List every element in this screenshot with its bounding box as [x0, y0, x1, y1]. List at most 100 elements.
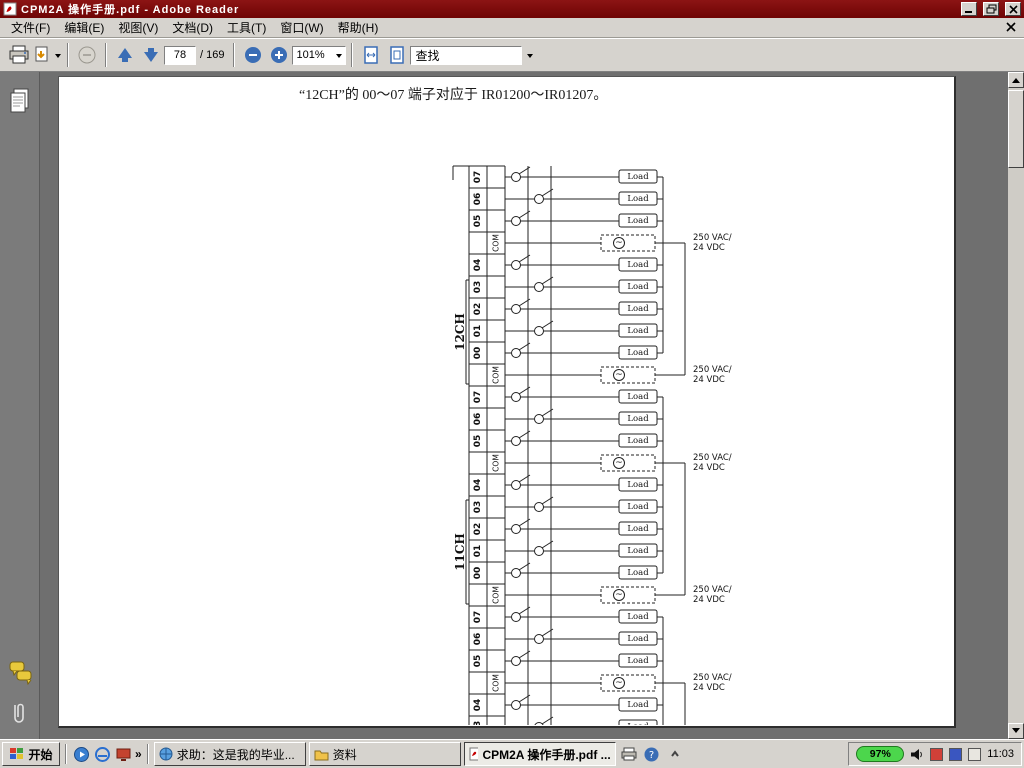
svg-text:06: 06: [473, 413, 483, 426]
app-icon: [116, 747, 131, 762]
quick-launch-overflow[interactable]: »: [135, 747, 142, 761]
vertical-scrollbar[interactable]: [1008, 72, 1024, 739]
minimize-icon: [964, 4, 974, 14]
task-button-pdf[interactable]: CPM2A 操作手册.pdf ...: [464, 742, 616, 766]
svg-text:Load: Load: [627, 216, 649, 226]
zoom-level-value: 101%: [296, 49, 324, 61]
menu-bar: 文件(F) 编辑(E) 视图(V) 文档(D) 工具(T) 窗口(W) 帮助(H…: [0, 18, 1024, 38]
svg-text:COM: COM: [492, 586, 501, 604]
svg-text:Load: Load: [627, 282, 649, 292]
help-button[interactable]: ?: [642, 744, 662, 764]
restore-button[interactable]: [983, 2, 999, 16]
pdf-page[interactable]: “12CH”的 00～07 端子对应于 IR01200～IR01207。 07 L…: [58, 76, 956, 728]
menu-view[interactable]: 视图(V): [111, 17, 165, 38]
svg-text:Load: Load: [627, 304, 649, 314]
svg-text:01: 01: [473, 325, 483, 338]
desktop-launcher[interactable]: [114, 745, 132, 763]
close-button[interactable]: [1005, 2, 1021, 16]
comments-panel-button[interactable]: [9, 660, 33, 688]
zoom-in-button[interactable]: [266, 42, 292, 68]
svg-text:03: 03: [473, 501, 483, 514]
battery-indicator[interactable]: 97%: [856, 746, 904, 762]
svg-text:04: 04: [473, 259, 483, 272]
scroll-up-button[interactable]: [1008, 72, 1024, 88]
dropdown-caret-icon: [527, 54, 533, 61]
svg-text:06: 06: [473, 633, 483, 646]
svg-text:11CH: 11CH: [453, 533, 467, 571]
media-player-launcher[interactable]: [72, 745, 90, 763]
menu-window[interactable]: 窗口(W): [273, 17, 330, 38]
svg-text:06: 06: [473, 193, 483, 206]
toolbar-separator: [351, 43, 353, 67]
svg-text:24 VDC: 24 VDC: [693, 463, 725, 473]
find-input[interactable]: [410, 46, 522, 65]
export-button[interactable]: [32, 42, 62, 68]
scrollbar-thumb[interactable]: [1008, 90, 1024, 168]
svg-text:Load: Load: [627, 634, 649, 644]
document-close-button[interactable]: [1006, 22, 1016, 34]
fit-width-button[interactable]: [358, 42, 384, 68]
attachments-panel-button[interactable]: [9, 702, 33, 730]
pages-panel-button[interactable]: [9, 88, 33, 116]
svg-text:07: 07: [473, 611, 483, 624]
down-arrow-icon: [1012, 728, 1020, 737]
toolbar: / 169 101%: [0, 38, 1024, 72]
next-page-button[interactable]: [138, 42, 164, 68]
print-button[interactable]: [6, 42, 32, 68]
taskbar: 开始 » 求助：这是我的毕业... 资料 CPM2A 操作手册.pd: [0, 739, 1024, 768]
svg-text:05: 05: [473, 655, 483, 668]
keyboard-icon[interactable]: [968, 748, 981, 761]
previous-view-button[interactable]: [74, 42, 100, 68]
printer-status-button[interactable]: [619, 744, 639, 764]
svg-text:07: 07: [473, 391, 483, 404]
svg-text:~: ~: [615, 238, 623, 248]
page-number-input[interactable]: [164, 46, 196, 65]
svg-text:00: 00: [473, 347, 483, 360]
scroll-down-button[interactable]: [1008, 723, 1024, 739]
menu-file[interactable]: 文件(F): [4, 17, 57, 38]
find-options-button[interactable]: [522, 42, 538, 68]
main-area: “12CH”的 00～07 端子对应于 IR01200～IR01207。 07 L…: [0, 72, 1024, 739]
ime-blue-icon[interactable]: [949, 748, 962, 761]
windows-flag-icon: [9, 747, 25, 761]
window-title: CPM2A 操作手册.pdf - Adobe Reader: [21, 1, 955, 17]
task-button-folder[interactable]: 资料: [309, 742, 461, 766]
svg-text:Load: Load: [627, 568, 649, 578]
document-area[interactable]: “12CH”的 00～07 端子对应于 IR01200～IR01207。 07 L…: [40, 72, 1008, 739]
svg-text:Load: Load: [627, 722, 649, 725]
task-button-browser[interactable]: 求助：这是我的毕业...: [154, 742, 306, 766]
zoom-in-icon: [269, 45, 289, 65]
menu-edit[interactable]: 编辑(E): [57, 17, 111, 38]
menu-document[interactable]: 文档(D): [165, 17, 220, 38]
volume-icon[interactable]: [910, 748, 924, 761]
menu-help[interactable]: 帮助(H): [331, 17, 386, 38]
svg-text:24 VDC: 24 VDC: [693, 243, 725, 253]
svg-text:Load: Load: [627, 700, 649, 710]
fit-page-button[interactable]: [384, 42, 410, 68]
svg-text:~: ~: [615, 590, 623, 600]
ime-red-icon[interactable]: [930, 748, 943, 761]
svg-text:Load: Load: [627, 392, 649, 402]
internet-explorer-launcher[interactable]: [93, 745, 111, 763]
start-button[interactable]: 开始: [2, 742, 60, 766]
minimize-button[interactable]: [961, 2, 977, 16]
page-header-text: “12CH”的 00～07 端子对应于 IR01200～IR01207。: [299, 84, 607, 104]
zoom-out-button[interactable]: [240, 42, 266, 68]
export-icon: [33, 45, 53, 65]
adobe-reader-icon: [3, 2, 17, 16]
pages-icon: [9, 88, 31, 116]
svg-text:Load: Load: [627, 172, 649, 182]
menu-tools[interactable]: 工具(T): [220, 17, 273, 38]
task-label: 求助：这是我的毕业...: [177, 746, 295, 763]
svg-text:Load: Load: [627, 326, 649, 336]
svg-text:Load: Load: [627, 480, 649, 490]
svg-text:~: ~: [615, 370, 623, 380]
show-hidden-icons-button[interactable]: [665, 744, 685, 764]
svg-text:COM: COM: [492, 674, 501, 692]
printer-icon: [621, 747, 637, 761]
svg-text:24 VDC: 24 VDC: [693, 375, 725, 385]
svg-text:03: 03: [473, 721, 483, 725]
previous-page-button[interactable]: [112, 42, 138, 68]
comments-icon: [9, 660, 33, 686]
zoom-level-select[interactable]: 101%: [292, 46, 346, 65]
